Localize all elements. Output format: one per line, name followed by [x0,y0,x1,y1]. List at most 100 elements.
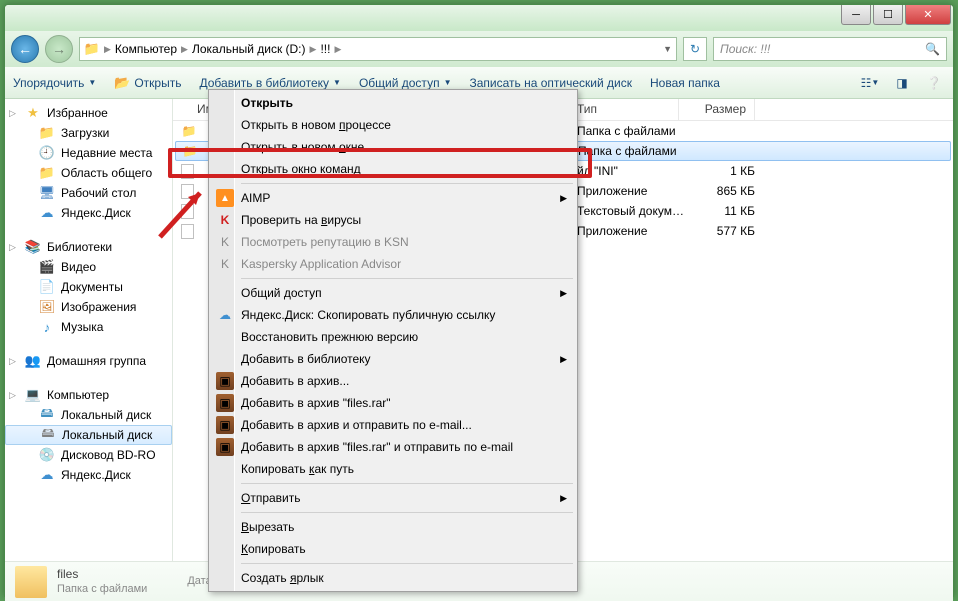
file-size: 865 КБ [687,184,763,198]
context-menu-item[interactable]: Вырезать [211,516,575,538]
breadcrumb-segment[interactable]: Компьютер [115,42,177,56]
yandex-disk-icon: ☁ [39,467,55,483]
nav-item-public[interactable]: 📁Область общего [5,163,172,183]
titlebar[interactable]: ─ ☐ ✕ [5,5,953,31]
context-menu-label: Kaspersky Application Advisor [241,257,401,271]
close-button[interactable]: ✕ [905,5,951,25]
hdd-icon: 🖴 [40,427,56,443]
context-menu-label: Отправить [241,491,301,505]
context-menu-item[interactable]: Открыть окно команд [211,158,575,180]
nav-computer-header[interactable]: ▷💻Компьютер [5,385,172,405]
column-type[interactable]: Тип [569,99,679,120]
context-menu-item[interactable]: Создать ярлык [211,567,575,589]
submenu-arrow-icon: ▶ [560,288,567,299]
file-icon [181,224,194,239]
breadcrumb-segment[interactable]: !!! [320,42,330,56]
context-menu-label: Открыть в новом окне [241,140,364,154]
context-menu-label: Создать ярлык [241,571,324,585]
yd-icon: ☁ [216,306,234,324]
share-button[interactable]: Общий доступ ▼ [359,76,452,90]
address-bar[interactable]: 📁 ▶ Компьютер ▶ Локальный диск (D:) ▶ !!… [79,37,677,61]
context-menu-item[interactable]: Восстановить прежнюю версию [211,326,575,348]
nav-item-video[interactable]: 🎬Видео [5,257,172,277]
file-size: 1 КБ [687,164,763,178]
context-menu-item[interactable]: ▲AIMP▶ [211,187,575,209]
search-input[interactable]: Поиск: !!! 🔍 [713,37,947,61]
context-menu-label: Добавить в архив... [241,374,349,388]
refresh-button[interactable]: ↻ [683,37,707,61]
context-menu-item[interactable]: Копировать как путь [211,458,575,480]
search-placeholder: Поиск: !!! [720,42,770,56]
context-menu-item: K Kaspersky Application Advisor [211,253,575,275]
nav-item-recent[interactable]: 🕘Недавние места [5,143,172,163]
context-menu-label: Добавить в архив и отправить по e-mail..… [241,418,472,432]
context-menu-label: Яндекс.Диск: Скопировать публичную ссылк… [241,308,495,322]
rar-icon: ▣ [216,394,234,412]
nav-item-music[interactable]: ♪Музыка [5,317,172,337]
video-icon: 🎬 [39,259,55,275]
preview-pane-button[interactable]: ◨ [891,72,913,94]
music-icon: ♪ [39,319,55,335]
ksn-icon: K [216,255,234,273]
details-type: Папка с файлами [57,582,147,597]
add-library-button[interactable]: Добавить в библиотеку ▼ [199,76,340,90]
nav-homegroup-header[interactable]: ▷👥Домашняя группа [5,351,172,371]
nav-item-bd-drive[interactable]: 💿Дисковод BD-RO [5,445,172,465]
context-menu-label: Общий доступ [241,286,322,300]
context-menu-item[interactable]: ▣Добавить в архив и отправить по e-mail.… [211,414,575,436]
context-menu-label: Посмотреть репутацию в KSN [241,235,409,249]
file-type: Папка с файлами [578,144,688,158]
context-menu-item[interactable]: KПроверить на вирусы [211,209,575,231]
breadcrumb-segment[interactable]: Локальный диск (D:) [192,42,306,56]
forward-button[interactable]: → [45,35,73,63]
navigation-pane[interactable]: ▷★Избранное 📁Загрузки 🕘Недавние места 📁О… [5,99,173,561]
recent-icon: 🕘 [39,145,55,161]
context-menu[interactable]: ОткрытьОткрыть в новом процессе Открыть в… [208,89,578,592]
nav-item-yandex-disk-drive[interactable]: ☁Яндекс.Диск [5,465,172,485]
file-type: Папка с файлами [577,124,687,138]
organize-button[interactable]: Упорядочить ▼ [13,76,96,90]
nav-item-documents[interactable]: 📄Документы [5,277,172,297]
folder-open-icon: 📂 [114,75,130,91]
rar-icon: ▣ [216,438,234,456]
nav-item-desktop[interactable]: 🖥Рабочий стол [5,183,172,203]
nav-item-yandex-disk[interactable]: ☁Яндекс.Диск [5,203,172,223]
new-folder-button[interactable]: Новая папка [650,76,720,90]
nav-item-local-disk-c[interactable]: 🖴Локальный диск [5,405,172,425]
view-options-button[interactable]: ☷ ▼ [859,72,881,94]
help-button[interactable]: ❔ [923,72,945,94]
context-menu-separator [241,563,573,564]
context-menu-item[interactable]: Открыть в новом окне [211,136,575,158]
minimize-button[interactable]: ─ [841,5,871,25]
context-menu-item[interactable]: Копировать [211,538,575,560]
context-menu-item[interactable]: Добавить в библиотеку▶ [211,348,575,370]
expand-icon: ▷ [9,108,19,119]
nav-libraries-header[interactable]: ▷📚Библиотеки [5,237,172,257]
file-type: йл "INI" [577,164,687,178]
file-type: Приложение [577,184,687,198]
file-size: 577 КБ [687,224,763,238]
nav-item-local-disk-d[interactable]: 🖴Локальный диск [5,425,172,445]
context-menu-item[interactable]: ▣ Добавить в архив "files.rar" [211,392,575,414]
open-button[interactable]: 📂Открыть [114,75,181,91]
context-menu-item[interactable]: Открыть [211,92,575,114]
search-icon: 🔍 [925,42,940,56]
context-menu-item[interactable]: Открыть в новом процессе [211,114,575,136]
nav-favorites-header[interactable]: ▷★Избранное [5,103,172,123]
context-menu-item[interactable]: Общий доступ ▶ [211,282,575,304]
nav-item-downloads[interactable]: 📁Загрузки [5,123,172,143]
context-menu-item[interactable]: Отправить▶ [211,487,575,509]
context-menu-item[interactable]: ☁ Яндекс.Диск: Скопировать публичную ссыл… [211,304,575,326]
burn-button[interactable]: Записать на оптический диск [469,76,632,90]
disc-icon: 💿 [39,447,55,463]
nav-item-pictures[interactable]: 🖼Изображения [5,297,172,317]
context-menu-label: Добавить в архив "files.rar" [241,396,391,410]
context-menu-separator [241,483,573,484]
context-menu-item[interactable]: ▣Добавить в архив "files.rar" и отправит… [211,436,575,458]
chevron-down-icon[interactable]: ▼ [663,44,672,54]
back-button[interactable]: ← [11,35,39,63]
context-menu-item[interactable]: ▣Добавить в архив... [211,370,575,392]
maximize-button[interactable]: ☐ [873,5,903,25]
column-size[interactable]: Размер [679,99,755,120]
chevron-right-icon: ▶ [181,44,188,55]
